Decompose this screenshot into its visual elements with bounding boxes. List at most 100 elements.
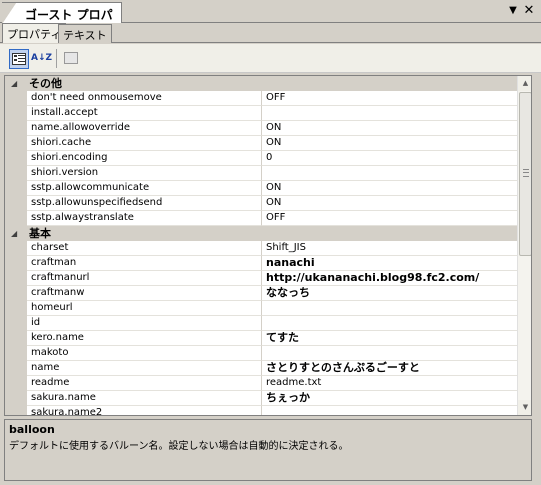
property-row[interactable]: sstp.alwaystranslate OFF bbox=[5, 211, 517, 226]
property-row[interactable]: shiori.encoding 0 bbox=[5, 151, 517, 166]
row-margin bbox=[5, 346, 27, 361]
property-value[interactable]: ON bbox=[262, 121, 517, 136]
scroll-up-icon[interactable]: ▲ bbox=[518, 76, 531, 91]
property-row[interactable]: don't need onmousemove OFF bbox=[5, 91, 517, 106]
property-name[interactable]: shiori.version bbox=[27, 166, 262, 181]
property-name[interactable]: craftman bbox=[27, 256, 262, 271]
property-value[interactable] bbox=[262, 106, 517, 121]
panel-title-tab[interactable]: ゴースト プロパティ bbox=[2, 2, 122, 39]
property-name[interactable]: don't need onmousemove bbox=[27, 91, 262, 106]
property-name[interactable]: install.accept bbox=[27, 106, 262, 121]
property-name[interactable]: makoto bbox=[27, 346, 262, 361]
collapse-icon[interactable]: ◢ bbox=[11, 76, 21, 91]
row-margin bbox=[5, 271, 27, 286]
property-value[interactable] bbox=[262, 316, 517, 331]
collapse-icon[interactable]: ◢ bbox=[11, 226, 21, 241]
property-row[interactable]: craftman nanachi bbox=[5, 256, 517, 271]
category-row[interactable]: ◢ その他 bbox=[5, 76, 517, 91]
property-name[interactable]: sakura.name bbox=[27, 391, 262, 406]
property-name[interactable]: shiori.cache bbox=[27, 136, 262, 151]
tab-text-label: テキスト bbox=[63, 29, 107, 42]
property-value[interactable]: Shift_JIS bbox=[262, 241, 517, 256]
property-value[interactable]: readme.txt bbox=[262, 376, 517, 391]
property-toolbar: A↓Z bbox=[0, 44, 541, 73]
property-name[interactable]: sstp.allowcommunicate bbox=[27, 181, 262, 196]
property-value[interactable]: てすた bbox=[262, 331, 517, 346]
property-name[interactable]: sstp.alwaystranslate bbox=[27, 211, 262, 226]
property-row[interactable]: homeurl bbox=[5, 301, 517, 316]
property-name[interactable]: name bbox=[27, 361, 262, 376]
property-value[interactable]: OFF bbox=[262, 211, 517, 226]
property-row[interactable]: craftmanurl http://ukananachi.blog98.fc2.… bbox=[5, 271, 517, 286]
property-value[interactable]: さとりすとのさんぷるごーすと bbox=[262, 361, 517, 376]
tab-properties-label: プロパティ bbox=[7, 28, 62, 41]
tab-properties[interactable]: プロパティ bbox=[2, 23, 67, 43]
property-name[interactable]: craftmanw bbox=[27, 286, 262, 301]
property-row[interactable]: makoto bbox=[5, 346, 517, 361]
property-name[interactable]: craftmanurl bbox=[27, 271, 262, 286]
property-name[interactable]: charset bbox=[27, 241, 262, 256]
property-row[interactable]: sakura.name ちぇっか bbox=[5, 391, 517, 406]
property-name[interactable]: sstp.allowunspecifiedsend bbox=[27, 196, 262, 211]
property-row[interactable]: sstp.allowcommunicate ON bbox=[5, 181, 517, 196]
property-value[interactable]: 0 bbox=[262, 151, 517, 166]
property-value[interactable]: ON bbox=[262, 196, 517, 211]
property-name[interactable]: name.allowoverride bbox=[27, 121, 262, 136]
property-value[interactable]: OFF bbox=[262, 91, 517, 106]
property-pages-button[interactable] bbox=[61, 49, 81, 69]
property-name[interactable]: homeurl bbox=[27, 301, 262, 316]
property-value[interactable]: ななっち bbox=[262, 286, 517, 301]
property-row[interactable]: name さとりすとのさんぷるごーすと bbox=[5, 361, 517, 376]
property-row[interactable]: install.accept bbox=[5, 106, 517, 121]
scroll-down-icon[interactable]: ▼ bbox=[518, 400, 531, 415]
property-value[interactable] bbox=[262, 301, 517, 316]
row-margin bbox=[5, 376, 27, 391]
property-value[interactable] bbox=[262, 406, 517, 415]
categorized-button[interactable] bbox=[9, 49, 29, 69]
scroll-thumb[interactable] bbox=[519, 92, 531, 256]
property-value[interactable]: nanachi bbox=[262, 256, 517, 271]
property-name[interactable]: readme bbox=[27, 376, 262, 391]
window-dropdown-button[interactable]: ▼ bbox=[505, 3, 521, 19]
tab-text[interactable]: テキスト bbox=[58, 24, 112, 43]
property-row[interactable]: charset Shift_JIS bbox=[5, 241, 517, 256]
row-margin bbox=[5, 181, 27, 196]
property-row[interactable]: id bbox=[5, 316, 517, 331]
property-value[interactable]: http://ukananachi.blog98.fc2.com/ bbox=[262, 271, 517, 286]
property-name[interactable]: kero.name bbox=[27, 331, 262, 346]
category-row[interactable]: ◢ 基本 bbox=[5, 226, 517, 241]
property-name[interactable]: sakura.name2 bbox=[27, 406, 262, 415]
row-margin bbox=[5, 211, 27, 226]
row-margin bbox=[5, 391, 27, 406]
property-value[interactable] bbox=[262, 166, 517, 181]
categorized-view-icon bbox=[12, 53, 26, 65]
property-row[interactable]: sstp.allowunspecifiedsend ON bbox=[5, 196, 517, 211]
property-row[interactable]: craftmanw ななっち bbox=[5, 286, 517, 301]
row-margin bbox=[5, 106, 27, 121]
close-button[interactable]: ✕ bbox=[521, 3, 537, 19]
row-margin bbox=[5, 256, 27, 271]
description-text: デフォルトに使用するバルーン名。設定しない場合は自動的に決定される。 bbox=[9, 441, 349, 452]
property-grid-body: ◢ その他 don't need onmousemove OFF install.acc… bbox=[5, 76, 517, 415]
grip-icon bbox=[523, 169, 529, 177]
property-name[interactable]: shiori.encoding bbox=[27, 151, 262, 166]
property-row[interactable]: sakura.name2 bbox=[5, 406, 517, 415]
property-grid: ◢ その他 don't need onmousemove OFF install.acc… bbox=[4, 75, 532, 416]
vertical-scrollbar[interactable]: ▲ ▼ bbox=[517, 76, 531, 415]
row-margin bbox=[5, 361, 27, 376]
property-name[interactable]: id bbox=[27, 316, 262, 331]
property-row[interactable]: name.allowoverride ON bbox=[5, 121, 517, 136]
row-margin bbox=[5, 331, 27, 346]
row-margin bbox=[5, 301, 27, 316]
row-margin bbox=[5, 406, 27, 415]
property-value[interactable]: ちぇっか bbox=[262, 391, 517, 406]
property-row[interactable]: shiori.cache ON bbox=[5, 136, 517, 151]
property-row[interactable]: shiori.version bbox=[5, 166, 517, 181]
property-value[interactable] bbox=[262, 346, 517, 361]
property-value[interactable]: ON bbox=[262, 136, 517, 151]
property-row[interactable]: readme readme.txt bbox=[5, 376, 517, 391]
property-value[interactable]: ON bbox=[262, 181, 517, 196]
property-row[interactable]: kero.name てすた bbox=[5, 331, 517, 346]
title-tab-strip: ゴースト プロパティ ▼ ✕ bbox=[0, 0, 541, 39]
alphabetical-button[interactable]: A↓Z bbox=[31, 49, 52, 69]
